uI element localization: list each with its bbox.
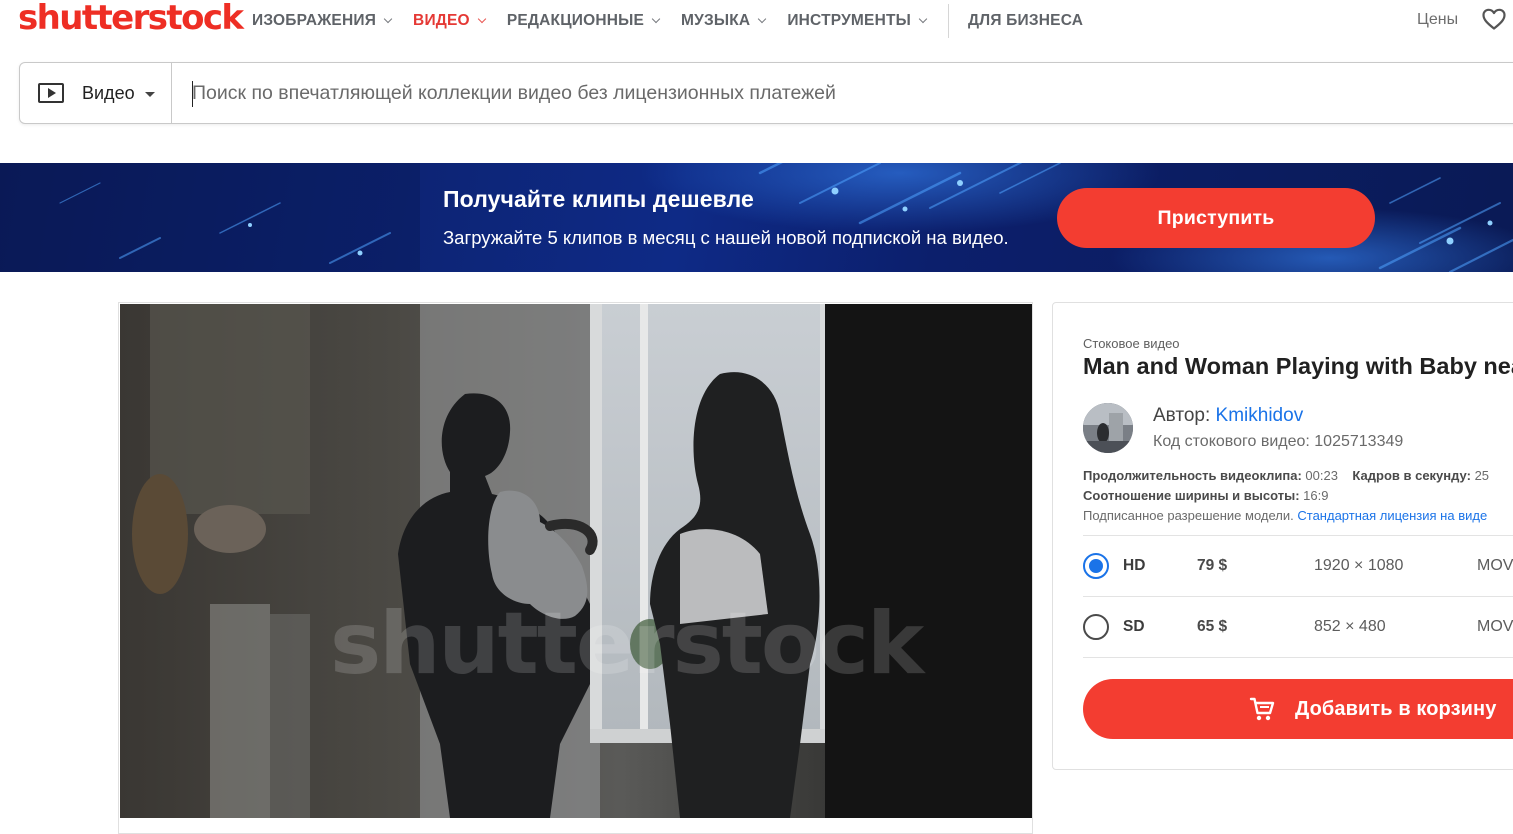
search-type-dropdown[interactable]: Видео [20,63,172,123]
clip-title: Man and Woman Playing with Baby near [1083,353,1513,379]
duration-value: 00:23 [1305,468,1338,483]
nav-item-label: МУЗЫКА [681,12,751,29]
chevron-down-icon [758,14,767,23]
search-type-label: Видео [82,82,135,103]
site-header: shutterstock ИЗОБРАЖЕНИЯ ВИДЕО РЕДАКЦИОН… [0,0,1513,42]
nav-item-images[interactable]: ИЗОБРАЖЕНИЯ [252,12,393,30]
option-price: 65 $ [1197,618,1228,635]
divider [1083,657,1513,658]
text-cursor [192,81,193,107]
avatar[interactable] [1083,403,1133,453]
nav-item-label: ДЛЯ БИЗНЕСА [968,12,1084,29]
author-label: Автор: [1153,405,1211,426]
nav-item-video[interactable]: ВИДЕО [413,12,487,30]
option-format: MOV [1477,618,1513,635]
model-release-label: Подписанное разрешение модели. [1083,508,1294,523]
size-option-hd[interactable]: HD 79 $ 1920 × 1080 MOV [1083,536,1513,596]
size-option-sd[interactable]: SD 65 $ 852 × 480 MOV [1083,597,1513,657]
fps-label: Кадров в секунду: [1352,468,1471,483]
fps-value: 25 [1474,468,1490,483]
shopping-cart-icon [1249,697,1275,721]
radio-unselected-icon[interactable] [1083,614,1109,640]
prices-link[interactable]: Цены [1417,11,1458,29]
video-preview[interactable]: shutterstock [120,304,1032,818]
nav-item-music[interactable]: МУЗЫКА [681,12,767,30]
promo-banner: Получайте клипы дешевле Загружайте 5 кли… [0,163,1513,272]
option-price: 79 $ [1197,557,1228,574]
nav-item-label: ВИДЕО [413,12,470,29]
chevron-down-icon [918,14,928,23]
main-nav: ИЗОБРАЖЕНИЯ ВИДЕО РЕДАКЦИОННЫЕ МУЗЫКА ИН… [252,4,1105,38]
video-frame-image [120,304,1032,818]
nav-item-label: ИЗОБРАЖЕНИЯ [252,12,377,29]
option-resolution: 852 × 480 [1314,618,1386,635]
aspect-value: 16:9 [1303,488,1329,503]
caret-down-icon [144,92,155,97]
nav-item-label: ИНСТРУМЕНТЫ [787,12,912,29]
video-preview-container: shutterstock [118,302,1033,834]
banner-subtitle: Загружайте 5 клипов в месяц с нашей ново… [443,227,1009,248]
radio-selected-icon[interactable] [1083,553,1109,579]
add-to-cart-label: Добавить в корзину [1295,697,1497,720]
option-format: MOV [1477,557,1513,574]
nav-item-label: РЕДАКЦИОННЫЕ [506,12,645,29]
chevron-down-icon [383,14,393,23]
add-to-cart-button[interactable]: Добавить в корзину [1083,679,1513,739]
banner-title: Получайте клипы дешевле [443,186,754,212]
nav-divider [948,4,950,38]
author-line: Автор: Kmikhidov [1153,405,1303,427]
chevron-down-icon [651,14,661,23]
license-link[interactable]: Стандартная лицензия на виде [1297,508,1487,523]
get-started-button[interactable]: Приступить [1057,188,1375,248]
option-resolution: 1920 × 1080 [1314,557,1404,574]
heart-icon[interactable] [1481,7,1507,31]
nav-item-editorial[interactable]: РЕДАКЦИОННЫЕ [506,12,661,30]
aspect-label: Соотношение ширины и высоты: [1083,488,1300,503]
nav-item-business[interactable]: ДЛЯ БИЗНЕСА [968,12,1083,30]
stock-video-code: Код стокового видео: 1025713349 [1153,433,1404,450]
nav-item-tools[interactable]: ИНСТРУМЕНТЫ [787,12,928,30]
search-input[interactable] [192,73,1492,113]
chevron-down-icon [477,14,487,23]
option-quality: SD [1123,618,1145,635]
content-type-label: Стоковое видео [1083,336,1180,351]
clip-meta-aspect: Соотношение ширины и высоты: 16:9 [1083,488,1328,503]
option-quality: HD [1123,557,1146,574]
clip-meta-license: Подписанное разрешение модели. Стандартн… [1083,508,1487,523]
shutterstock-logo[interactable]: shutterstock [18,0,244,36]
search-bar: Видео [19,62,1513,124]
video-play-icon [38,83,64,103]
watermark-text: shutterstock [330,594,924,694]
clip-details-card: Стоковое видео Man and Woman Playing wit… [1052,302,1513,770]
avatar-image [1083,403,1133,453]
author-link[interactable]: Kmikhidov [1216,405,1304,426]
clip-meta-duration-fps: Продолжительность видеоклипа: 00:23 Кадр… [1083,468,1489,483]
duration-label: Продолжительность видеоклипа: [1083,468,1302,483]
